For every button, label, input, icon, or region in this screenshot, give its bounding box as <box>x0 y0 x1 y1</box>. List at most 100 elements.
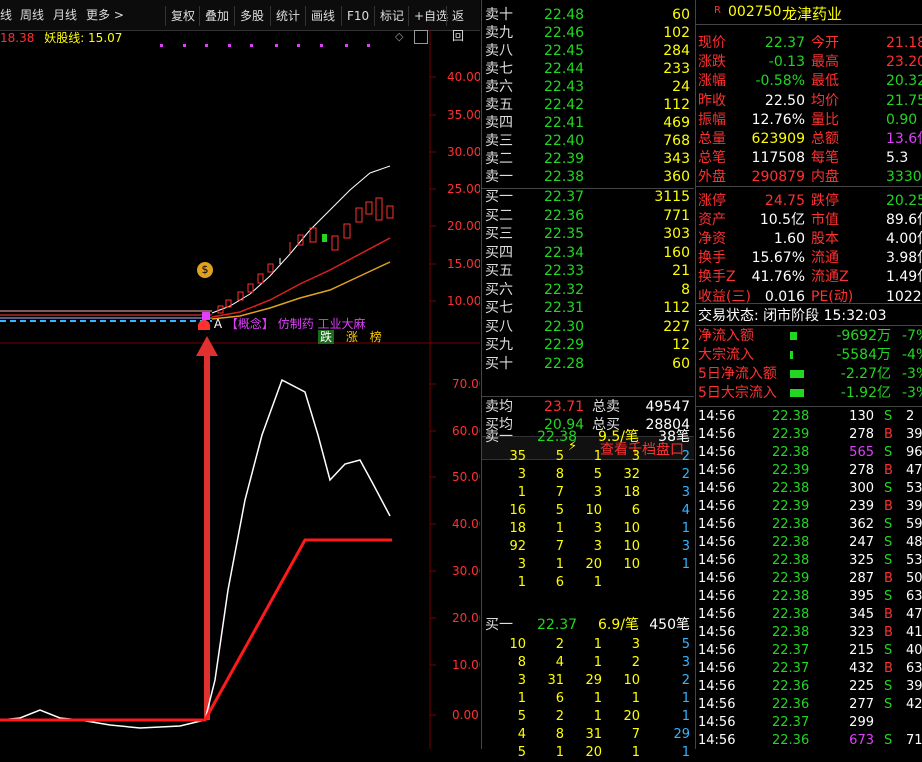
tab-more[interactable]: 更多 > <box>86 0 124 30</box>
tab-day-line[interactable]: 线 <box>0 0 12 30</box>
quote-key: 今开 <box>811 35 839 51</box>
tick-row[interactable]: 14:56 22.39 239 B 39 <box>696 498 922 516</box>
tick-direction: B <box>884 661 893 676</box>
tick-row[interactable]: 14:56 22.38 300 S 53 <box>696 480 922 498</box>
tick-volume: 247 <box>849 535 874 550</box>
quote-value: 4.00亿 <box>886 231 922 247</box>
money-bag-icon[interactable]: $ <box>197 262 213 278</box>
ask-row[interactable]: 卖十 22.48 60 <box>482 6 694 25</box>
queue-cell: 20 <box>585 745 602 760</box>
tick-row[interactable]: 14:56 22.39 287 B 50 <box>696 570 922 588</box>
ask-row[interactable]: 卖五 22.42 112 <box>482 96 694 115</box>
tick-count: 50 <box>906 571 922 586</box>
bid-row[interactable]: 买五 22.33 21 <box>482 262 694 281</box>
osc-red-line <box>0 538 392 722</box>
tab-month-line[interactable]: 月线 <box>53 0 77 30</box>
ask-row[interactable]: 卖八 22.45 284 <box>482 42 694 61</box>
tick-time: 14:56 <box>698 553 736 568</box>
tick-price: 22.36 <box>772 733 810 748</box>
bid-row[interactable]: 买一 22.37 3115 <box>482 188 694 207</box>
ask-row[interactable]: 卖四 22.41 469 <box>482 114 694 133</box>
flow-pct: -4% <box>902 347 922 363</box>
tick-volume: 278 <box>849 427 874 442</box>
tick-time: 14:56 <box>698 607 736 622</box>
ask-row[interactable]: 卖二 22.39 343 <box>482 150 694 169</box>
overlay-button[interactable]: 叠加 <box>199 6 234 26</box>
tick-row[interactable]: 14:56 22.36 225 S 39 <box>696 678 922 696</box>
adjust-button[interactable]: 复权 <box>165 6 200 26</box>
ask-row[interactable]: 卖七 22.44 233 <box>482 60 694 79</box>
bid-price: 22.29 <box>544 337 585 353</box>
bid-row[interactable]: 买八 22.30 227 <box>482 318 694 337</box>
bid-row[interactable]: 买十 22.28 60 <box>482 355 694 374</box>
bid-volume: 112 <box>663 300 690 316</box>
queue-cell: 1 <box>555 521 564 536</box>
tick-row[interactable]: 14:56 22.38 247 S 48 <box>696 534 922 552</box>
tick-row[interactable]: 14:56 22.38 395 S 63 <box>696 588 922 606</box>
ma-red-line <box>211 237 391 318</box>
concept-text[interactable]: 仿制药 工业大麻 <box>278 317 366 331</box>
bid-row[interactable]: 买四 22.34 160 <box>482 244 694 263</box>
status-label: 交易状态: <box>698 308 759 324</box>
tick-row[interactable]: 14:56 22.38 345 B 47 <box>696 606 922 624</box>
concept-tag[interactable]: 【概念】 <box>226 317 274 331</box>
bid-level-label: 买八 <box>485 318 513 335</box>
tick-row[interactable]: 14:56 22.36 277 S 42 <box>696 696 922 714</box>
queue-cell: 4 <box>555 655 564 670</box>
ask-row[interactable]: 卖三 22.40 768 <box>482 132 694 151</box>
avg-label: 卖均 <box>485 399 513 415</box>
bid-row[interactable]: 买九 22.29 12 <box>482 336 694 355</box>
mark-button[interactable]: 标记 <box>374 6 409 26</box>
tick-row[interactable]: 14:56 22.38 325 S 53 <box>696 552 922 570</box>
tick-row[interactable]: 14:56 22.36 673 S 71 <box>696 732 922 750</box>
tick-row[interactable]: 14:56 22.38 565 S 96 <box>696 444 922 462</box>
flow-bar <box>790 351 793 359</box>
tab-week-line[interactable]: 周线 <box>20 0 44 30</box>
bid-row[interactable]: 买二 22.36 771 <box>482 207 694 226</box>
queue-cell: 1 <box>593 691 602 706</box>
tick-time: 14:56 <box>698 517 736 532</box>
tick-row[interactable]: 14:56 22.37 299 <box>696 714 922 732</box>
bid-price: 22.28 <box>544 355 585 372</box>
bid-level-label: 买一 <box>485 189 513 205</box>
tick-count: 48 <box>906 535 922 550</box>
rank-badge[interactable]: 榜 <box>370 330 382 344</box>
bid-row[interactable]: 买七 22.31 112 <box>482 299 694 318</box>
multi-stock-button[interactable]: 多股 <box>234 6 269 26</box>
tick-row[interactable]: 14:56 22.38 362 S 59 <box>696 516 922 534</box>
tick-price: 22.36 <box>772 697 810 712</box>
stats-button[interactable]: 统计 <box>270 6 305 26</box>
tick-direction: S <box>884 643 893 658</box>
tick-row[interactable]: 14:56 22.37 432 B 63 <box>696 660 922 678</box>
tick-direction: B <box>884 499 893 514</box>
draw-line-button[interactable]: 画线 <box>305 6 340 26</box>
back-button[interactable]: 返回 <box>446 6 480 43</box>
tick-row[interactable]: 14:56 22.37 215 S 40 <box>696 642 922 660</box>
ask-row[interactable]: 卖六 22.43 24 <box>482 78 694 97</box>
tick-price: 22.38 <box>772 409 810 424</box>
arrow-up-icon <box>196 336 218 356</box>
book-divider <box>482 396 694 397</box>
ask-row[interactable]: 卖九 22.46 102 <box>482 24 694 43</box>
ask-level-label: 卖一 <box>485 169 513 185</box>
tick-row[interactable]: 14:56 22.39 278 B 39 <box>696 426 922 444</box>
ask-row[interactable]: 卖一 22.38 360 <box>482 168 694 187</box>
bid-row[interactable]: 买三 22.35 303 <box>482 225 694 244</box>
tick-direction: S <box>884 553 893 568</box>
tick-direction: B <box>884 625 893 640</box>
tick-price: 22.36 <box>772 679 810 694</box>
kline-chart-area[interactable]: 18.38 妖股线: 15.07 ◇ 40.00 35.00 30.00 25.… <box>0 30 480 749</box>
tick-row[interactable]: 14:56 22.39 278 B 47 <box>696 462 922 480</box>
queue-cell: 3 <box>681 485 690 500</box>
tick-row[interactable]: 14:56 22.38 323 B 41 <box>696 624 922 642</box>
f10-button[interactable]: F10 <box>341 6 374 26</box>
ask-price: 22.40 <box>544 133 585 149</box>
tick-row[interactable]: 14:56 22.38 130 S 2 <box>696 408 922 426</box>
quote-row: 净资 1.60 股本 4.00亿 <box>696 230 922 249</box>
fall-badge[interactable]: 跌 <box>318 330 335 344</box>
ask-price: 22.48 <box>544 7 585 23</box>
quote-row: 外盘 290879 内盘 333030 <box>696 168 922 187</box>
rise-badge[interactable]: 涨 <box>346 330 358 344</box>
ask-volume: 360 <box>663 169 690 185</box>
bid-row[interactable]: 买六 22.32 8 <box>482 281 694 300</box>
